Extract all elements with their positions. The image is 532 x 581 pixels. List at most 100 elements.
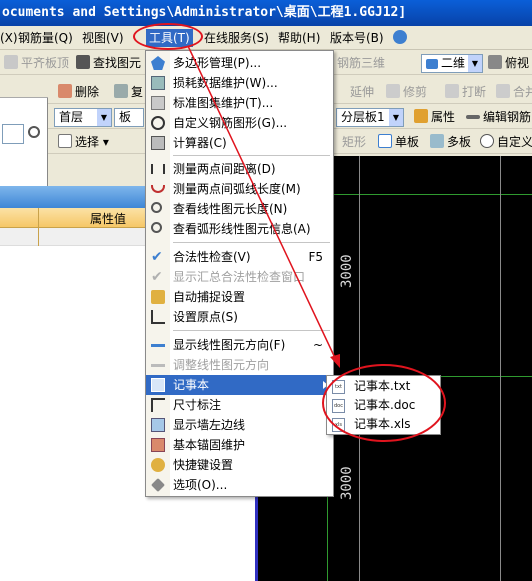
check-icon: ✔ (151, 249, 163, 265)
menu-item-custom-rebar[interactable]: 自定义钢筋图形(G)... (146, 113, 333, 133)
extend-button[interactable]: 延伸 (350, 83, 374, 101)
select-button[interactable]: 选择 ▾ (58, 133, 109, 151)
view-mode-button[interactable]: 俯视 (488, 54, 529, 72)
annotation-oval-submenu (322, 364, 446, 442)
snap-icon (151, 290, 165, 304)
menubar: (X) 钢筋量(Q) 视图(V) 工具(T) 在线服务(S) 帮助(H) 版本号… (0, 26, 532, 50)
chevron-down-icon: ▼ (468, 55, 482, 72)
wall-edge-icon (151, 418, 165, 432)
rebar-shape-icon (151, 116, 165, 130)
multi-slab-icon (430, 134, 444, 148)
trim-icon (386, 84, 400, 98)
multi-slab-button[interactable]: 多板 (430, 133, 471, 151)
layer-select[interactable]: 分层板1 ▼ (336, 108, 404, 127)
rebar-3d-button[interactable]: 钢筋三维 (337, 54, 385, 72)
arc-info-icon (151, 222, 162, 233)
break-button[interactable]: 打断 (445, 83, 486, 101)
property-value-header: 属性值 (90, 212, 127, 226)
panel-header (0, 80, 48, 98)
origin-icon (151, 310, 165, 324)
pointer-icon (58, 134, 72, 148)
menu-item-measure-distance[interactable]: 测量两点间距离(D) (146, 159, 333, 179)
menu-item-snap-settings[interactable]: 自动捕捉设置 (146, 287, 333, 307)
dimension-icon (151, 398, 165, 412)
menu-item-dimension[interactable]: 尺寸标注 (146, 395, 333, 415)
menu-separator (173, 242, 330, 243)
menu-item-measure-arc[interactable]: 测量两点间弧线长度(M) (146, 179, 333, 199)
menu-item-adjust-direction[interactable]: 调整线性图元方向 (146, 355, 333, 375)
menu-rebar-quantity[interactable]: 钢筋量(Q) (18, 29, 73, 47)
menu-item-notepad[interactable]: 记事本 (146, 375, 333, 395)
window-title: ocuments and Settings\Administrator\桌面\工… (0, 0, 532, 26)
menu-version[interactable]: 版本号(B) (330, 29, 384, 47)
hotkey-icon (151, 458, 165, 472)
options-icon (151, 478, 165, 492)
search-input[interactable] (2, 124, 24, 144)
menu-item-check-window[interactable]: ✔ 显示汇总合法性检查窗口 (146, 267, 333, 287)
chevron-down-icon: ▼ (389, 109, 403, 126)
menu-item-show-direction[interactable]: 显示线性图元方向(F) ~ (146, 335, 333, 355)
custom-icon (480, 134, 494, 148)
calculator-icon (151, 136, 165, 150)
single-slab-button[interactable]: 单板 (378, 133, 419, 151)
menu-separator (173, 330, 330, 331)
direction-icon (151, 338, 165, 347)
menu-item-wall-left-edge[interactable]: 显示墙左边线 (146, 415, 333, 435)
menu-item-polygon[interactable]: 多边形管理(P)... (146, 53, 333, 73)
view-icon (426, 59, 438, 69)
menu-item-hotkeys[interactable]: 快捷键设置 (146, 455, 333, 475)
find-element-button[interactable]: 查找图元 (76, 54, 141, 72)
top-view-icon (488, 55, 502, 69)
anchorage-icon (151, 438, 165, 452)
menu-item-atlas[interactable]: 标准图集维护(T)... (146, 93, 333, 113)
flat-slab-icon (4, 55, 18, 69)
menu-item-loss-data[interactable]: 损耗数据维护(W)... (146, 73, 333, 93)
menu-modify[interactable]: (X) (0, 29, 18, 47)
binoculars-icon (76, 55, 90, 69)
annotation-oval-tools (133, 23, 203, 50)
menu-view[interactable]: 视图(V) (82, 29, 124, 47)
rebar-icon (466, 115, 480, 119)
merge-button[interactable]: 合并 (496, 83, 532, 101)
menu-item-set-origin[interactable]: 设置原点(S) (146, 307, 333, 327)
flat-slab-button[interactable]: 平齐板顶 (4, 54, 69, 72)
chevron-down-icon: ▼ (97, 109, 111, 126)
atlas-icon (151, 96, 165, 110)
menu-item-arc-info[interactable]: 查看弧形线性图元信息(A) (146, 219, 333, 239)
custom-button[interactable]: 自定义 (480, 133, 532, 151)
delete-button[interactable]: 删除 (58, 83, 99, 101)
eraser-icon (58, 84, 72, 98)
table-icon (151, 76, 165, 90)
merge-icon (496, 84, 510, 98)
help-globe-icon[interactable] (393, 29, 410, 47)
properties-button[interactable]: 属性 (414, 108, 455, 126)
menu-item-anchorage[interactable]: 基本锚固维护 (146, 435, 333, 455)
copy-icon (114, 84, 128, 98)
view-2d-select[interactable]: 二维 ▼ (421, 54, 483, 73)
linear-length-icon (151, 202, 162, 213)
dimension-label-top: 3000 (339, 254, 355, 288)
rect-button[interactable]: 矩形 (342, 133, 366, 151)
menu-online-service[interactable]: 在线服务(S) (204, 29, 269, 47)
menu-help[interactable]: 帮助(H) (278, 29, 320, 47)
type-select[interactable]: 板 (114, 108, 144, 127)
search-icon[interactable] (28, 126, 40, 138)
break-icon (445, 84, 459, 98)
dimension-label-bottom: 3000 (339, 466, 355, 500)
notepad-icon (151, 378, 165, 392)
copy-button[interactable]: 复 (114, 83, 143, 101)
menu-item-validity-check[interactable]: ✔ 合法性检查(V) F5 (146, 247, 333, 267)
menu-item-options[interactable]: 选项(O)... (146, 475, 333, 495)
polygon-icon (151, 56, 165, 70)
measure-arc-icon (151, 185, 165, 193)
menu-item-linear-length[interactable]: 查看线性图元长度(N) (146, 199, 333, 219)
single-slab-icon (378, 134, 392, 148)
floor-select[interactable]: 首层 ▼ (54, 108, 112, 127)
trim-button[interactable]: 修剪 (386, 83, 427, 101)
check-window-icon: ✔ (151, 269, 163, 285)
properties-icon (414, 109, 428, 123)
adjust-direction-icon (151, 358, 165, 367)
menu-item-calculator[interactable]: 计算器(C) (146, 133, 333, 153)
edit-rebar-button[interactable]: 编辑钢筋 (466, 108, 531, 126)
tools-menu: 多边形管理(P)... 损耗数据维护(W)... 标准图集维护(T)... 自定… (145, 50, 334, 497)
